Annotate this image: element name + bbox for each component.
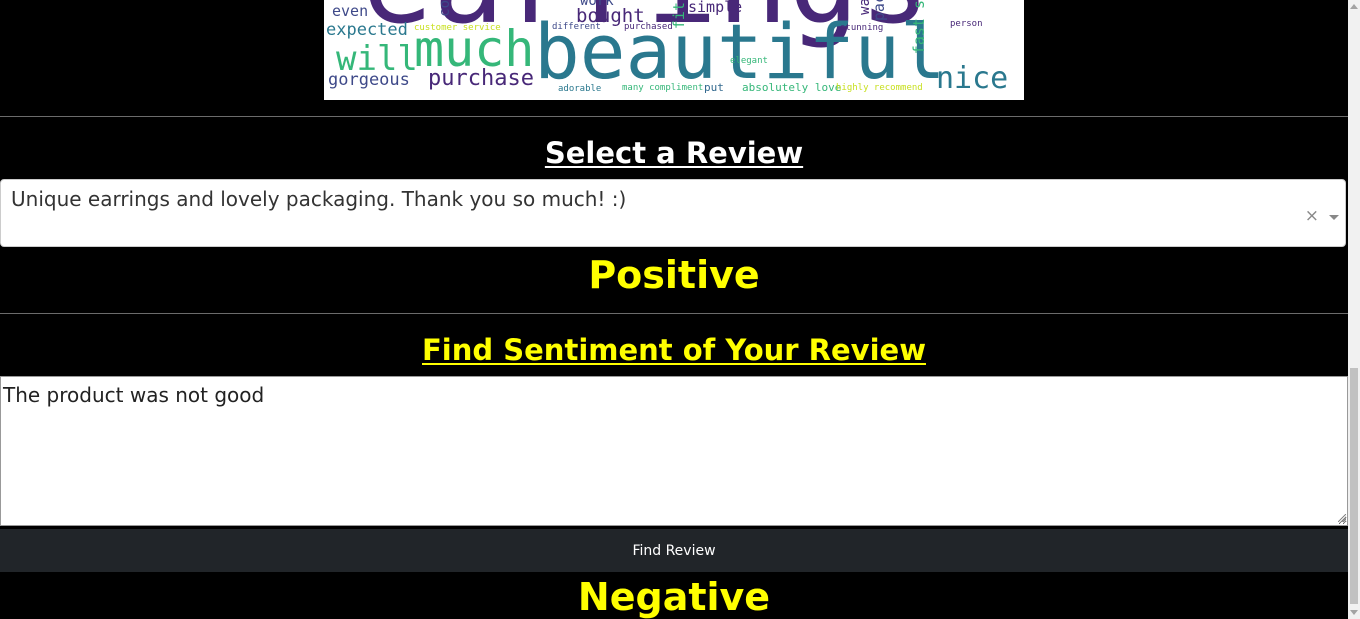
divider [0, 313, 1348, 314]
wordcloud-word: purchase [428, 66, 534, 91]
wordcloud-word: purchased [624, 22, 673, 32]
scroll-up-arrow-icon[interactable] [1350, 4, 1358, 9]
wordcloud-word: pac [870, 0, 888, 22]
wordcloud-word: many compliment [622, 83, 704, 93]
scrollbar-thumb[interactable] [1350, 368, 1358, 604]
page: earrings beautiful much will nice purcha… [0, 0, 1348, 619]
wordcloud-word: fast s [910, 0, 928, 55]
wordcloud-word: even [332, 2, 369, 20]
wordcloud-word: adorable [558, 84, 602, 94]
wordcloud-word: expected [326, 20, 408, 40]
wordcloud-word: co [437, 0, 453, 17]
wordcloud-word: work [580, 0, 614, 9]
wordcloud-word: wa [857, 0, 873, 15]
wordcloud-word: different [552, 22, 601, 32]
find-sentiment-heading: Find Sentiment of Your Review [422, 333, 926, 367]
chevron-down-icon[interactable] [1329, 215, 1339, 220]
wordcloud-word: put [704, 81, 724, 94]
review-select-dropdown[interactable]: Unique earrings and lovely packaging. Th… [0, 179, 1346, 247]
selected-review-value: Unique earrings and lovely packaging. Th… [11, 187, 627, 211]
clear-icon[interactable]: × [1305, 206, 1319, 226]
wordcloud-word: fit [670, 2, 688, 30]
selected-review-sentiment: Positive [588, 253, 760, 297]
scroll-down-arrow-icon[interactable] [1350, 610, 1358, 615]
page-scrollbar[interactable] [1348, 0, 1360, 619]
wordcloud-word: stunning [840, 23, 884, 33]
wordcloud-word: elegant [730, 56, 768, 66]
custom-review-sentiment: Negative [577, 575, 771, 619]
wordcloud-word: nice [936, 61, 1009, 96]
wordcloud-word: highly recommend [836, 83, 923, 93]
wordcloud-word: person [950, 19, 983, 29]
textarea-resize-handle[interactable] [1338, 514, 1346, 522]
review-textarea[interactable]: The product was not good [0, 376, 1348, 526]
select-review-heading: Select a Review [544, 136, 804, 170]
wordcloud-word: absolutely love [742, 81, 842, 94]
divider [0, 116, 1348, 117]
wordcloud-image: earrings beautiful much will nice purcha… [324, 0, 1024, 100]
find-review-button[interactable]: Find Review [0, 529, 1348, 572]
wordcloud-word: simple [688, 0, 743, 16]
wordcloud-word: customer service [414, 23, 501, 33]
wordcloud-word: gorgeous [328, 70, 410, 90]
